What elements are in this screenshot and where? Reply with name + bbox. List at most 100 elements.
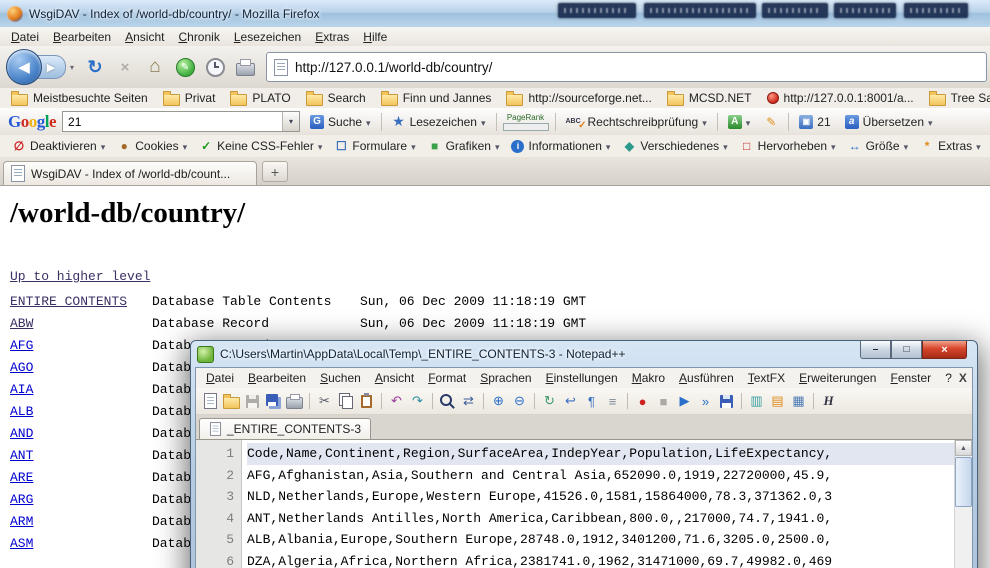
npp-record-macro-icon[interactable]: ● (633, 392, 652, 411)
webdev-item-cookies[interactable]: ●Cookies (111, 137, 193, 155)
npp-run-macro-multiple-icon[interactable]: » (696, 392, 715, 411)
file-link[interactable]: ENTIRE CONTENTS (10, 291, 152, 313)
vertical-scrollbar[interactable]: ▲ ▼ (954, 440, 972, 568)
file-link[interactable]: ASM (10, 533, 152, 555)
extension-button[interactable]: ✎ (172, 54, 198, 80)
webdev-item-informationen[interactable]: iInformationen (505, 137, 616, 155)
autofill-button[interactable]: A (724, 113, 755, 131)
code-area[interactable]: Code,Name,Continent,Region,SurfaceArea,I… (242, 440, 954, 568)
npp-folder-workspace-icon[interactable]: ▦ (789, 392, 808, 411)
npp-cut-icon[interactable]: ✂ (315, 392, 334, 411)
close-document-icon[interactable]: X (959, 371, 976, 385)
file-link[interactable]: ALB (10, 401, 152, 423)
npp-menu-textfx[interactable]: TextFX (741, 369, 792, 387)
npp-redo-icon[interactable]: ↷ (408, 392, 427, 411)
npp-show-all-characters-icon[interactable]: ¶ (582, 392, 601, 411)
scrollbar-thumb[interactable] (955, 457, 972, 507)
notepadpp-titlebar[interactable]: C:\Users\Martin\AppData\Local\Temp\_ENTI… (195, 341, 973, 367)
up-to-higher-level-link[interactable]: Up to higher level (10, 269, 150, 284)
npp-menu-einstellungen[interactable]: Einstellungen (539, 369, 625, 387)
npp-refresh-icon[interactable]: ↻ (540, 392, 559, 411)
webdev-item-formulare[interactable]: ☐Formulare (328, 137, 421, 155)
npp-menu-ansicht[interactable]: Ansicht (368, 369, 421, 387)
highlighter-button[interactable]: ✎ (760, 113, 782, 131)
npp-menu-ausf-hren[interactable]: Ausführen (672, 369, 741, 387)
webdev-item-extras[interactable]: *Extras (914, 137, 987, 155)
location-bar[interactable]: http://127.0.0.1/world-db/country/ (266, 52, 987, 82)
bookmark-item-plato[interactable]: PLATO (224, 90, 296, 107)
file-link[interactable]: AIA (10, 379, 152, 401)
npp-find-icon[interactable] (438, 392, 457, 411)
minimize-button[interactable] (860, 341, 891, 359)
editor-area[interactable]: 123456 Code,Name,Continent,Region,Surfac… (196, 440, 972, 568)
tab-wsgidav[interactable]: WsgiDAV - Index of /world-db/count... (3, 161, 257, 185)
bookmark-item-meistbesuchte-seiten[interactable]: Meistbesuchte Seiten (5, 90, 154, 107)
file-link[interactable]: AGO (10, 357, 152, 379)
google-search-button[interactable]: G Suche (306, 113, 375, 131)
pagerank-widget[interactable]: PageRank (503, 113, 549, 131)
stop-button[interactable]: × (112, 54, 138, 80)
npp-menu-fenster[interactable]: Fenster (883, 369, 938, 387)
webdev-item-keine-css-fehler[interactable]: ✓Keine CSS-Fehler (193, 137, 328, 155)
bookmark-item-http-sourceforge-net[interactable]: http://sourceforge.net... (500, 90, 657, 107)
npp-zoom-in-icon[interactable]: ⊕ (489, 392, 508, 411)
maximize-button[interactable] (891, 341, 922, 359)
history-button[interactable] (202, 54, 228, 80)
npp-paste-icon[interactable] (357, 392, 376, 411)
npp-save-all-icon[interactable] (264, 392, 283, 411)
npp-replace-icon[interactable]: ⇄ (459, 392, 478, 411)
history-dropdown-icon[interactable]: ▾ (66, 63, 78, 72)
npp-new-file-icon[interactable] (201, 392, 220, 411)
file-link[interactable]: AFG (10, 335, 152, 357)
bookmark-item-search[interactable]: Search (300, 90, 372, 107)
npp-menu-erweiterungen[interactable]: Erweiterungen (792, 369, 883, 387)
menu-lesezeichen[interactable]: Lesezeichen (227, 28, 308, 46)
file-link[interactable]: ANT (10, 445, 152, 467)
webdev-item-hervorheben[interactable]: □Hervorheben (734, 137, 842, 155)
npp-menu-format[interactable]: Format (421, 369, 473, 387)
npp-copy-icon[interactable] (336, 392, 355, 411)
menu-datei[interactable]: Datei (4, 28, 46, 46)
bookmark-item-privat[interactable]: Privat (157, 90, 222, 107)
bookmark-item-finn-und-jannes[interactable]: Finn und Jannes (375, 90, 498, 107)
npp-menu-help[interactable]: ? (938, 369, 959, 387)
npp-menu-datei[interactable]: Datei (199, 369, 241, 387)
npp-stop-macro-icon[interactable]: ■ (654, 392, 673, 411)
scroll-up-icon[interactable]: ▲ (955, 440, 972, 456)
webdev-item-deaktivieren[interactable]: ∅Deaktivieren (6, 137, 111, 155)
npp-menu-suchen[interactable]: Suchen (313, 369, 368, 387)
npp-save-file-icon[interactable] (243, 392, 262, 411)
new-tab-button[interactable]: + (262, 161, 288, 182)
npp-function-list-icon[interactable]: ▤ (768, 392, 787, 411)
npp-zoom-out-icon[interactable]: ⊖ (510, 392, 529, 411)
file-link[interactable]: ABW (10, 313, 152, 335)
file-link[interactable]: ARM (10, 511, 152, 533)
file-link[interactable]: ARG (10, 489, 152, 511)
bookmark-item-http-127-0-0-1-8001-a[interactable]: http://127.0.0.1:8001/a... (761, 90, 920, 106)
menu-extras[interactable]: Extras (308, 28, 356, 46)
file-link[interactable]: ARE (10, 467, 152, 489)
file-link[interactable]: AND (10, 423, 152, 445)
bookmark-item-tree-samples[interactable]: Tree Samples (923, 90, 990, 107)
npp-html-preview-icon[interactable]: H (819, 392, 838, 411)
bookmark-item-mcsd-net[interactable]: MCSD.NET (661, 90, 758, 107)
popup-blocker-button[interactable]: ▣ 21 (795, 113, 834, 131)
npp-indent-guides-icon[interactable]: ≡ (603, 392, 622, 411)
npp-undo-icon[interactable]: ↶ (387, 392, 406, 411)
npp-doc-map-icon[interactable]: ▥ (747, 392, 766, 411)
search-history-dropdown-icon[interactable]: ▾ (282, 112, 299, 131)
webdev-item-verschiedenes[interactable]: ◆Verschiedenes (616, 137, 733, 155)
npp-save-macro-icon[interactable] (717, 392, 736, 411)
close-button[interactable] (922, 341, 967, 359)
npp-print-icon[interactable] (285, 392, 304, 411)
menu-bearbeiten[interactable]: Bearbeiten (46, 28, 118, 46)
back-button[interactable]: ◀ (6, 49, 42, 85)
translate-button[interactable]: a Übersetzen (841, 113, 937, 131)
google-bookmarks-button[interactable]: ★ Lesezeichen (388, 111, 490, 132)
npp-open-file-icon[interactable] (222, 392, 241, 411)
webdev-item-grafiken[interactable]: ■Grafiken (422, 137, 506, 155)
spellcheck-button[interactable]: ABC Rechtschreibprüfung (562, 113, 711, 131)
google-search-input[interactable] (63, 114, 282, 130)
print-button[interactable] (232, 54, 258, 80)
npp-menu-sprachen[interactable]: Sprachen (473, 369, 538, 387)
